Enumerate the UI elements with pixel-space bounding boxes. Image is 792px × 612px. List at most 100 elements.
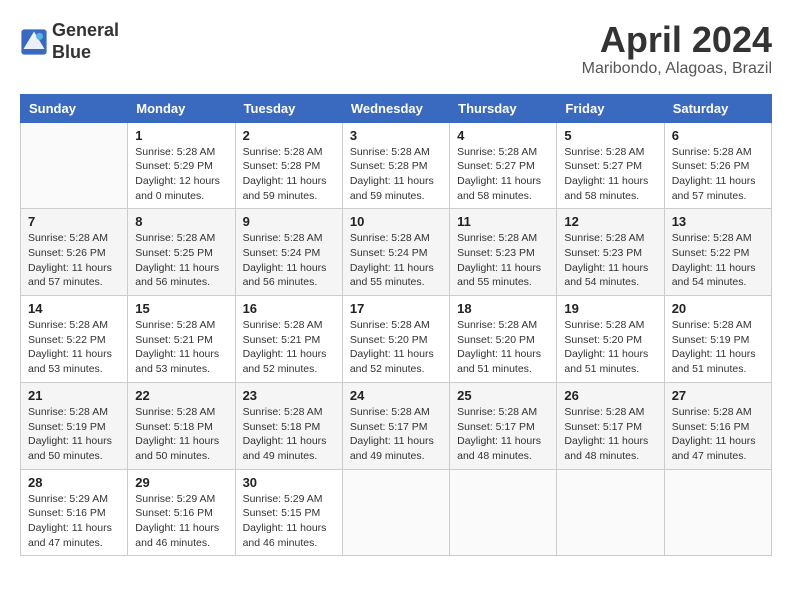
- day-info: Sunrise: 5:28 AMSunset: 5:26 PMDaylight:…: [28, 231, 120, 290]
- day-info: Sunrise: 5:28 AMSunset: 5:18 PMDaylight:…: [135, 405, 227, 464]
- weekday-header: Friday: [557, 94, 664, 122]
- calendar-week-row: 7 Sunrise: 5:28 AMSunset: 5:26 PMDaylight…: [21, 209, 772, 296]
- day-number: 6: [672, 128, 764, 143]
- day-info: Sunrise: 5:28 AMSunset: 5:21 PMDaylight:…: [243, 318, 335, 377]
- day-info: Sunrise: 5:28 AMSunset: 5:22 PMDaylight:…: [672, 231, 764, 290]
- day-info: Sunrise: 5:28 AMSunset: 5:28 PMDaylight:…: [243, 145, 335, 204]
- calendar-week-row: 28Sunrise: 5:29 AMSunset: 5:16 PMDayligh…: [21, 469, 772, 556]
- calendar-cell: [664, 469, 771, 556]
- day-info: Sunrise: 5:28 AMSunset: 5:25 PMDaylight:…: [135, 231, 227, 290]
- day-info: Sunrise: 5:28 AMSunset: 5:27 PMDaylight:…: [564, 145, 656, 204]
- title-block: April 2024 Maribondo, Alagoas, Brazil: [582, 20, 772, 78]
- weekday-header: Thursday: [450, 94, 557, 122]
- calendar-cell: 9Sunrise: 5:28 AMSunset: 5:24 PMDaylight…: [235, 209, 342, 296]
- day-number: 11: [457, 214, 549, 229]
- logo-line2: Blue: [52, 42, 119, 64]
- calendar-cell: [557, 469, 664, 556]
- calendar-cell: 10Sunrise: 5:28 AMSunset: 5:24 PMDayligh…: [342, 209, 449, 296]
- day-number: 15: [135, 301, 227, 316]
- day-number: 26: [564, 388, 656, 403]
- day-info: Sunrise: 5:28 AMSunset: 5:20 PMDaylight:…: [457, 318, 549, 377]
- logo: General Blue: [20, 20, 119, 63]
- weekday-header: Monday: [128, 94, 235, 122]
- calendar-cell: 21Sunrise: 5:28 AMSunset: 5:19 PMDayligh…: [21, 382, 128, 469]
- day-info: Sunrise: 5:28 AMSunset: 5:28 PMDaylight:…: [350, 145, 442, 204]
- day-number: 28: [28, 475, 120, 490]
- day-number: 12: [564, 214, 656, 229]
- calendar-cell: 17 Sunrise: 5:28 AMSunset: 5:20 PMDayligh…: [342, 296, 449, 383]
- calendar-cell: 6 Sunrise: 5:28 AMSunset: 5:26 PMDaylight…: [664, 122, 771, 209]
- logo-icon: [20, 28, 48, 56]
- calendar-cell: 24Sunrise: 5:28 AMSunset: 5:17 PMDayligh…: [342, 382, 449, 469]
- day-info: Sunrise: 5:28 AMSunset: 5:24 PMDaylight:…: [243, 231, 335, 290]
- day-number: 24: [350, 388, 442, 403]
- day-number: 29: [135, 475, 227, 490]
- day-number: 8: [135, 214, 227, 229]
- calendar-cell: 26 Sunrise: 5:28 AMSunset: 5:17 PMDayligh…: [557, 382, 664, 469]
- day-info: Sunrise: 5:28 AMSunset: 5:17 PMDaylight:…: [564, 405, 656, 464]
- calendar-cell: 20 Sunrise: 5:28 AMSunset: 5:19 PMDayligh…: [664, 296, 771, 383]
- calendar-week-row: 1 Sunrise: 5:28 AMSunset: 5:29 PMDaylight…: [21, 122, 772, 209]
- day-number: 5: [564, 128, 656, 143]
- day-info: Sunrise: 5:28 AMSunset: 5:24 PMDaylight:…: [350, 231, 442, 290]
- calendar-cell: 8 Sunrise: 5:28 AMSunset: 5:25 PMDaylight…: [128, 209, 235, 296]
- day-number: 14: [28, 301, 120, 316]
- day-number: 27: [672, 388, 764, 403]
- day-number: 23: [243, 388, 335, 403]
- calendar-cell: 5 Sunrise: 5:28 AMSunset: 5:27 PMDaylight…: [557, 122, 664, 209]
- calendar-cell: 29Sunrise: 5:29 AMSunset: 5:16 PMDayligh…: [128, 469, 235, 556]
- day-number: 19: [564, 301, 656, 316]
- day-info: Sunrise: 5:28 AMSunset: 5:17 PMDaylight:…: [457, 405, 549, 464]
- calendar-cell: 3Sunrise: 5:28 AMSunset: 5:28 PMDaylight…: [342, 122, 449, 209]
- calendar-table: SundayMondayTuesdayWednesdayThursdayFrid…: [20, 94, 772, 557]
- day-number: 21: [28, 388, 120, 403]
- calendar-cell: [342, 469, 449, 556]
- day-number: 30: [243, 475, 335, 490]
- calendar-cell: 2 Sunrise: 5:28 AMSunset: 5:28 PMDaylight…: [235, 122, 342, 209]
- day-number: 20: [672, 301, 764, 316]
- header: General Blue April 2024 Maribondo, Alago…: [20, 20, 772, 78]
- day-number: 25: [457, 388, 549, 403]
- weekday-header-row: SundayMondayTuesdayWednesdayThursdayFrid…: [21, 94, 772, 122]
- day-info: Sunrise: 5:28 AMSunset: 5:16 PMDaylight:…: [672, 405, 764, 464]
- day-number: 18: [457, 301, 549, 316]
- calendar-cell: 22 Sunrise: 5:28 AMSunset: 5:18 PMDayligh…: [128, 382, 235, 469]
- day-info: Sunrise: 5:28 AMSunset: 5:18 PMDaylight:…: [243, 405, 335, 464]
- calendar-cell: 18 Sunrise: 5:28 AMSunset: 5:20 PMDayligh…: [450, 296, 557, 383]
- day-number: 2: [243, 128, 335, 143]
- calendar-cell: 1 Sunrise: 5:28 AMSunset: 5:29 PMDaylight…: [128, 122, 235, 209]
- logo-text: General Blue: [52, 20, 119, 63]
- day-info: Sunrise: 5:28 AMSunset: 5:29 PMDaylight:…: [135, 145, 227, 204]
- calendar-cell: 25 Sunrise: 5:28 AMSunset: 5:17 PMDayligh…: [450, 382, 557, 469]
- day-number: 1: [135, 128, 227, 143]
- calendar-cell: 11 Sunrise: 5:28 AMSunset: 5:23 PMDayligh…: [450, 209, 557, 296]
- day-info: Sunrise: 5:28 AMSunset: 5:27 PMDaylight:…: [457, 145, 549, 204]
- day-number: 17: [350, 301, 442, 316]
- calendar-cell: [21, 122, 128, 209]
- calendar-cell: 16 Sunrise: 5:28 AMSunset: 5:21 PMDayligh…: [235, 296, 342, 383]
- day-number: 16: [243, 301, 335, 316]
- day-info: Sunrise: 5:28 AMSunset: 5:20 PMDaylight:…: [350, 318, 442, 377]
- calendar-cell: 7 Sunrise: 5:28 AMSunset: 5:26 PMDaylight…: [21, 209, 128, 296]
- weekday-header: Tuesday: [235, 94, 342, 122]
- day-info: Sunrise: 5:28 AMSunset: 5:23 PMDaylight:…: [564, 231, 656, 290]
- calendar-cell: 4 Sunrise: 5:28 AMSunset: 5:27 PMDaylight…: [450, 122, 557, 209]
- day-number: 7: [28, 214, 120, 229]
- day-info: Sunrise: 5:28 AMSunset: 5:21 PMDaylight:…: [135, 318, 227, 377]
- day-number: 22: [135, 388, 227, 403]
- day-info: Sunrise: 5:28 AMSunset: 5:19 PMDaylight:…: [672, 318, 764, 377]
- calendar-cell: 23 Sunrise: 5:28 AMSunset: 5:18 PMDayligh…: [235, 382, 342, 469]
- calendar-cell: 28Sunrise: 5:29 AMSunset: 5:16 PMDayligh…: [21, 469, 128, 556]
- day-number: 13: [672, 214, 764, 229]
- day-info: Sunrise: 5:28 AMSunset: 5:20 PMDaylight:…: [564, 318, 656, 377]
- calendar-cell: 14Sunrise: 5:28 AMSunset: 5:22 PMDayligh…: [21, 296, 128, 383]
- calendar-cell: [450, 469, 557, 556]
- day-number: 4: [457, 128, 549, 143]
- logo-line1: General: [52, 20, 119, 42]
- day-info: Sunrise: 5:28 AMSunset: 5:26 PMDaylight:…: [672, 145, 764, 204]
- weekday-header: Sunday: [21, 94, 128, 122]
- calendar-cell: 27 Sunrise: 5:28 AMSunset: 5:16 PMDayligh…: [664, 382, 771, 469]
- month-title: April 2024: [582, 20, 772, 60]
- calendar-week-row: 21Sunrise: 5:28 AMSunset: 5:19 PMDayligh…: [21, 382, 772, 469]
- day-info: Sunrise: 5:28 AMSunset: 5:23 PMDaylight:…: [457, 231, 549, 290]
